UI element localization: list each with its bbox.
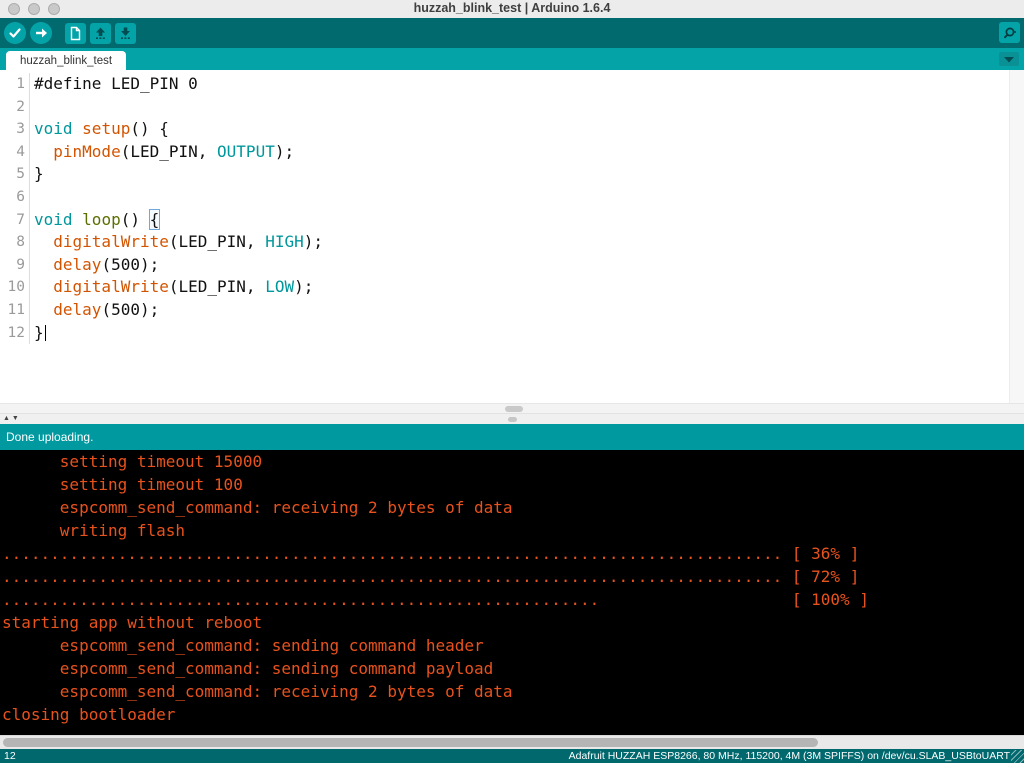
editor-horizontal-scrollbar[interactable] (0, 403, 1024, 413)
tab-menu-button[interactable] (999, 52, 1019, 66)
line-number: 2 (0, 96, 30, 119)
console-line: espcomm_send_command: receiving 2 bytes … (2, 496, 1024, 519)
arrow-right-icon (33, 25, 49, 41)
bottom-status-bar: 12 Adafruit HUZZAH ESP8266, 80 MHz, 1152… (0, 749, 1024, 763)
line-number: 11 (0, 299, 30, 322)
status-message: Done uploading. (6, 430, 93, 444)
console-output[interactable]: setting timeout 15000 setting timeout 10… (0, 450, 1024, 735)
editor-console-splitter[interactable]: ▲▼ (0, 413, 1024, 424)
window-title: huzzah_blink_test | Arduino 1.6.4 (0, 1, 1024, 15)
verify-button[interactable] (4, 22, 26, 44)
line-number: 4 (0, 141, 30, 164)
status-message-bar: Done uploading. (0, 424, 1024, 450)
console-line: ........................................… (2, 542, 1024, 565)
open-sketch-button[interactable] (90, 23, 111, 44)
title-bar: huzzah_blink_test | Arduino 1.6.4 (0, 0, 1024, 18)
editor-lines[interactable]: 1#define LED_PIN 023void setup() {4 pinM… (0, 70, 1009, 403)
console-line: starting app without reboot (2, 611, 1024, 634)
console-line: closing bootloader (2, 703, 1024, 726)
line-number: 1 (0, 73, 30, 96)
save-sketch-button[interactable] (115, 23, 136, 44)
code-line: 4 pinMode(LED_PIN, OUTPUT); (0, 141, 1009, 164)
tab-label: huzzah_blink_test (20, 55, 112, 67)
code-line: 10 digitalWrite(LED_PIN, LOW); (0, 276, 1009, 299)
tab-huzzah-blink-test[interactable]: huzzah_blink_test (6, 51, 126, 70)
console-line: espcomm_send_command: sending command he… (2, 634, 1024, 657)
chevron-down-icon (1004, 56, 1014, 63)
board-port-info: Adafruit HUZZAH ESP8266, 80 MHz, 115200,… (569, 750, 1010, 762)
code-line: 6 (0, 186, 1009, 209)
arrow-down-icon (118, 26, 133, 41)
editor-area: 1#define LED_PIN 023void setup() {4 pinM… (0, 70, 1024, 403)
document-icon (68, 26, 83, 41)
splitter-grip[interactable] (508, 417, 517, 422)
line-number: 3 (0, 118, 30, 141)
magnifier-icon (1002, 25, 1018, 41)
line-number: 8 (0, 231, 30, 254)
console-line: ........................................… (2, 565, 1024, 588)
line-number: 5 (0, 163, 30, 186)
code-line: 7void loop() { (0, 209, 1009, 232)
line-number: 7 (0, 209, 30, 232)
console-line: writing flash (2, 519, 1024, 542)
line-number: 6 (0, 186, 30, 209)
text-caret (45, 325, 46, 341)
console-line: espcomm_send_command: sending command pa… (2, 657, 1024, 680)
code-line: 11 delay(500); (0, 299, 1009, 322)
splitter-collapse-icons[interactable]: ▲▼ (3, 414, 21, 424)
console-line: espcomm_send_command: receiving 2 bytes … (2, 680, 1024, 703)
window-resize-grip[interactable] (1011, 750, 1024, 763)
upload-button[interactable] (30, 22, 52, 44)
code-line: 8 digitalWrite(LED_PIN, HIGH); (0, 231, 1009, 254)
checkmark-icon (7, 25, 23, 41)
code-line: 9 delay(500); (0, 254, 1009, 277)
tab-bar: huzzah_blink_test (0, 48, 1024, 70)
toolbar (0, 18, 1024, 48)
scrollbar-thumb[interactable] (505, 406, 523, 412)
console-line: ........................................… (2, 588, 1024, 611)
console-horizontal-scrollbar[interactable] (0, 735, 1024, 749)
arduino-ide-window: huzzah_blink_test | Arduino 1.6.4 (0, 0, 1024, 763)
editor-vertical-scrollbar[interactable] (1009, 70, 1024, 403)
code-line: 12} (0, 322, 1009, 345)
new-sketch-button[interactable] (65, 23, 86, 44)
scrollbar-thumb[interactable] (3, 738, 818, 747)
code-line: 5} (0, 163, 1009, 186)
code-line: 2 (0, 96, 1009, 119)
serial-monitor-button[interactable] (999, 22, 1020, 43)
console-line: setting timeout 100 (2, 473, 1024, 496)
line-number: 10 (0, 276, 30, 299)
arrow-up-icon (93, 26, 108, 41)
code-line: 3void setup() { (0, 118, 1009, 141)
line-number: 12 (0, 322, 30, 345)
cursor-line-indicator: 12 (4, 750, 16, 762)
console-line: setting timeout 15000 (2, 450, 1024, 473)
line-number: 9 (0, 254, 30, 277)
code-line: 1#define LED_PIN 0 (0, 73, 1009, 96)
